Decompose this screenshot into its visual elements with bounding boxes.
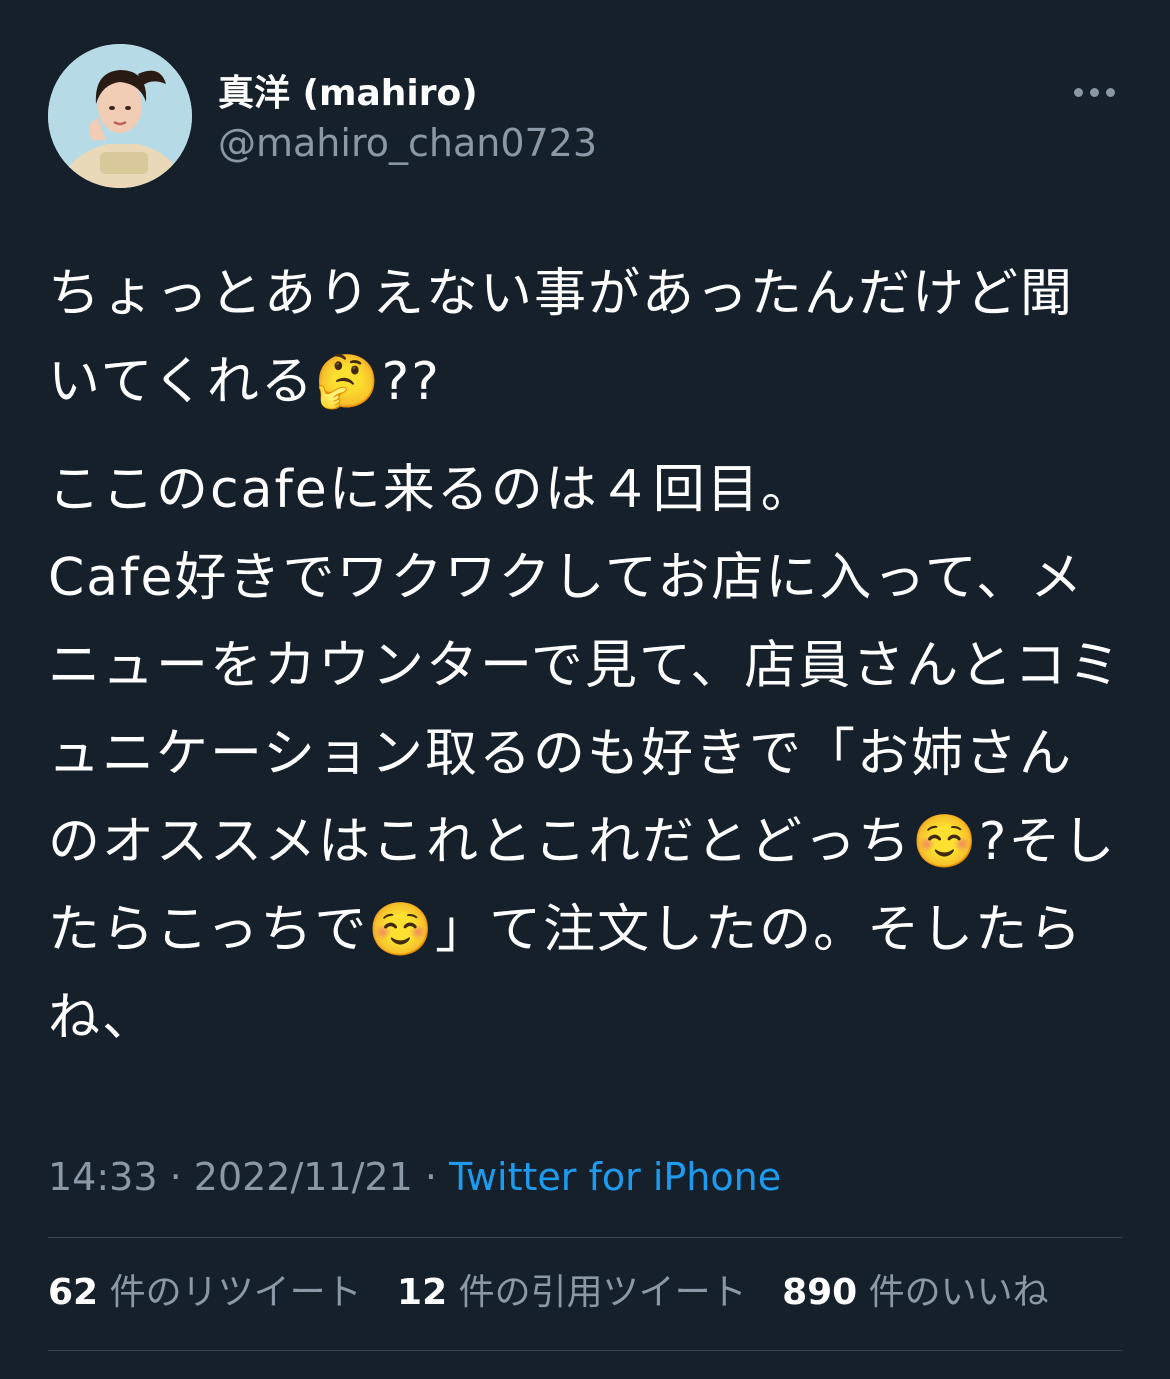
retweet-count: 62 [48, 1272, 99, 1313]
retweet-label: 件のリツイート [109, 1272, 362, 1313]
likes-stat[interactable]: 890 件のいいね [782, 1268, 1049, 1318]
more-horizontal-icon [1074, 88, 1083, 97]
tweet-time[interactable]: 14:33 [48, 1155, 158, 1199]
quote-tweets-stat[interactable]: 12 件の引用ツイート [397, 1268, 747, 1318]
avatar[interactable] [48, 44, 192, 188]
like-label: 件のいいね [868, 1272, 1049, 1313]
tweet-paragraph: ちょっとありえない事があったんだけど聞いてくれる🤔?? [48, 264, 1075, 412]
tweet-source-link[interactable]: Twitter for iPhone [449, 1155, 781, 1199]
user-handle[interactable]: @mahiro_chan0723 [218, 118, 597, 168]
profile-photo-icon [48, 44, 192, 188]
divider [48, 1350, 1122, 1351]
tweet-metadata: 14:33 · 2022/11/21 · Twitter for iPhone [48, 1152, 781, 1202]
tweet-date[interactable]: 2022/11/21 [194, 1155, 413, 1199]
quote-count: 12 [397, 1272, 448, 1313]
like-count: 890 [782, 1272, 858, 1313]
tweet-paragraph: ここのcafeに来るのは４回目。 Cafe好きでワクワクしてお店に入って、メニュ… [48, 460, 1123, 1048]
engagement-stats: 62 件のリツイート 12 件の引用ツイート 890 件のいいね [48, 1268, 1073, 1318]
retweets-stat[interactable]: 62 件のリツイート [48, 1268, 362, 1318]
more-horizontal-icon [1106, 88, 1115, 97]
meta-separator: · [412, 1155, 450, 1199]
more-options-button[interactable] [1070, 78, 1120, 108]
quote-label: 件の引用ツイート [458, 1272, 747, 1313]
tweet-text: ちょっとありえない事があったんだけど聞いてくれる🤔?? ここのcafeに来るのは… [48, 250, 1123, 1082]
meta-separator: · [157, 1155, 194, 1199]
more-horizontal-icon [1090, 88, 1099, 97]
display-name[interactable]: 真洋 (mahiro) [218, 70, 478, 118]
divider [48, 1237, 1122, 1238]
